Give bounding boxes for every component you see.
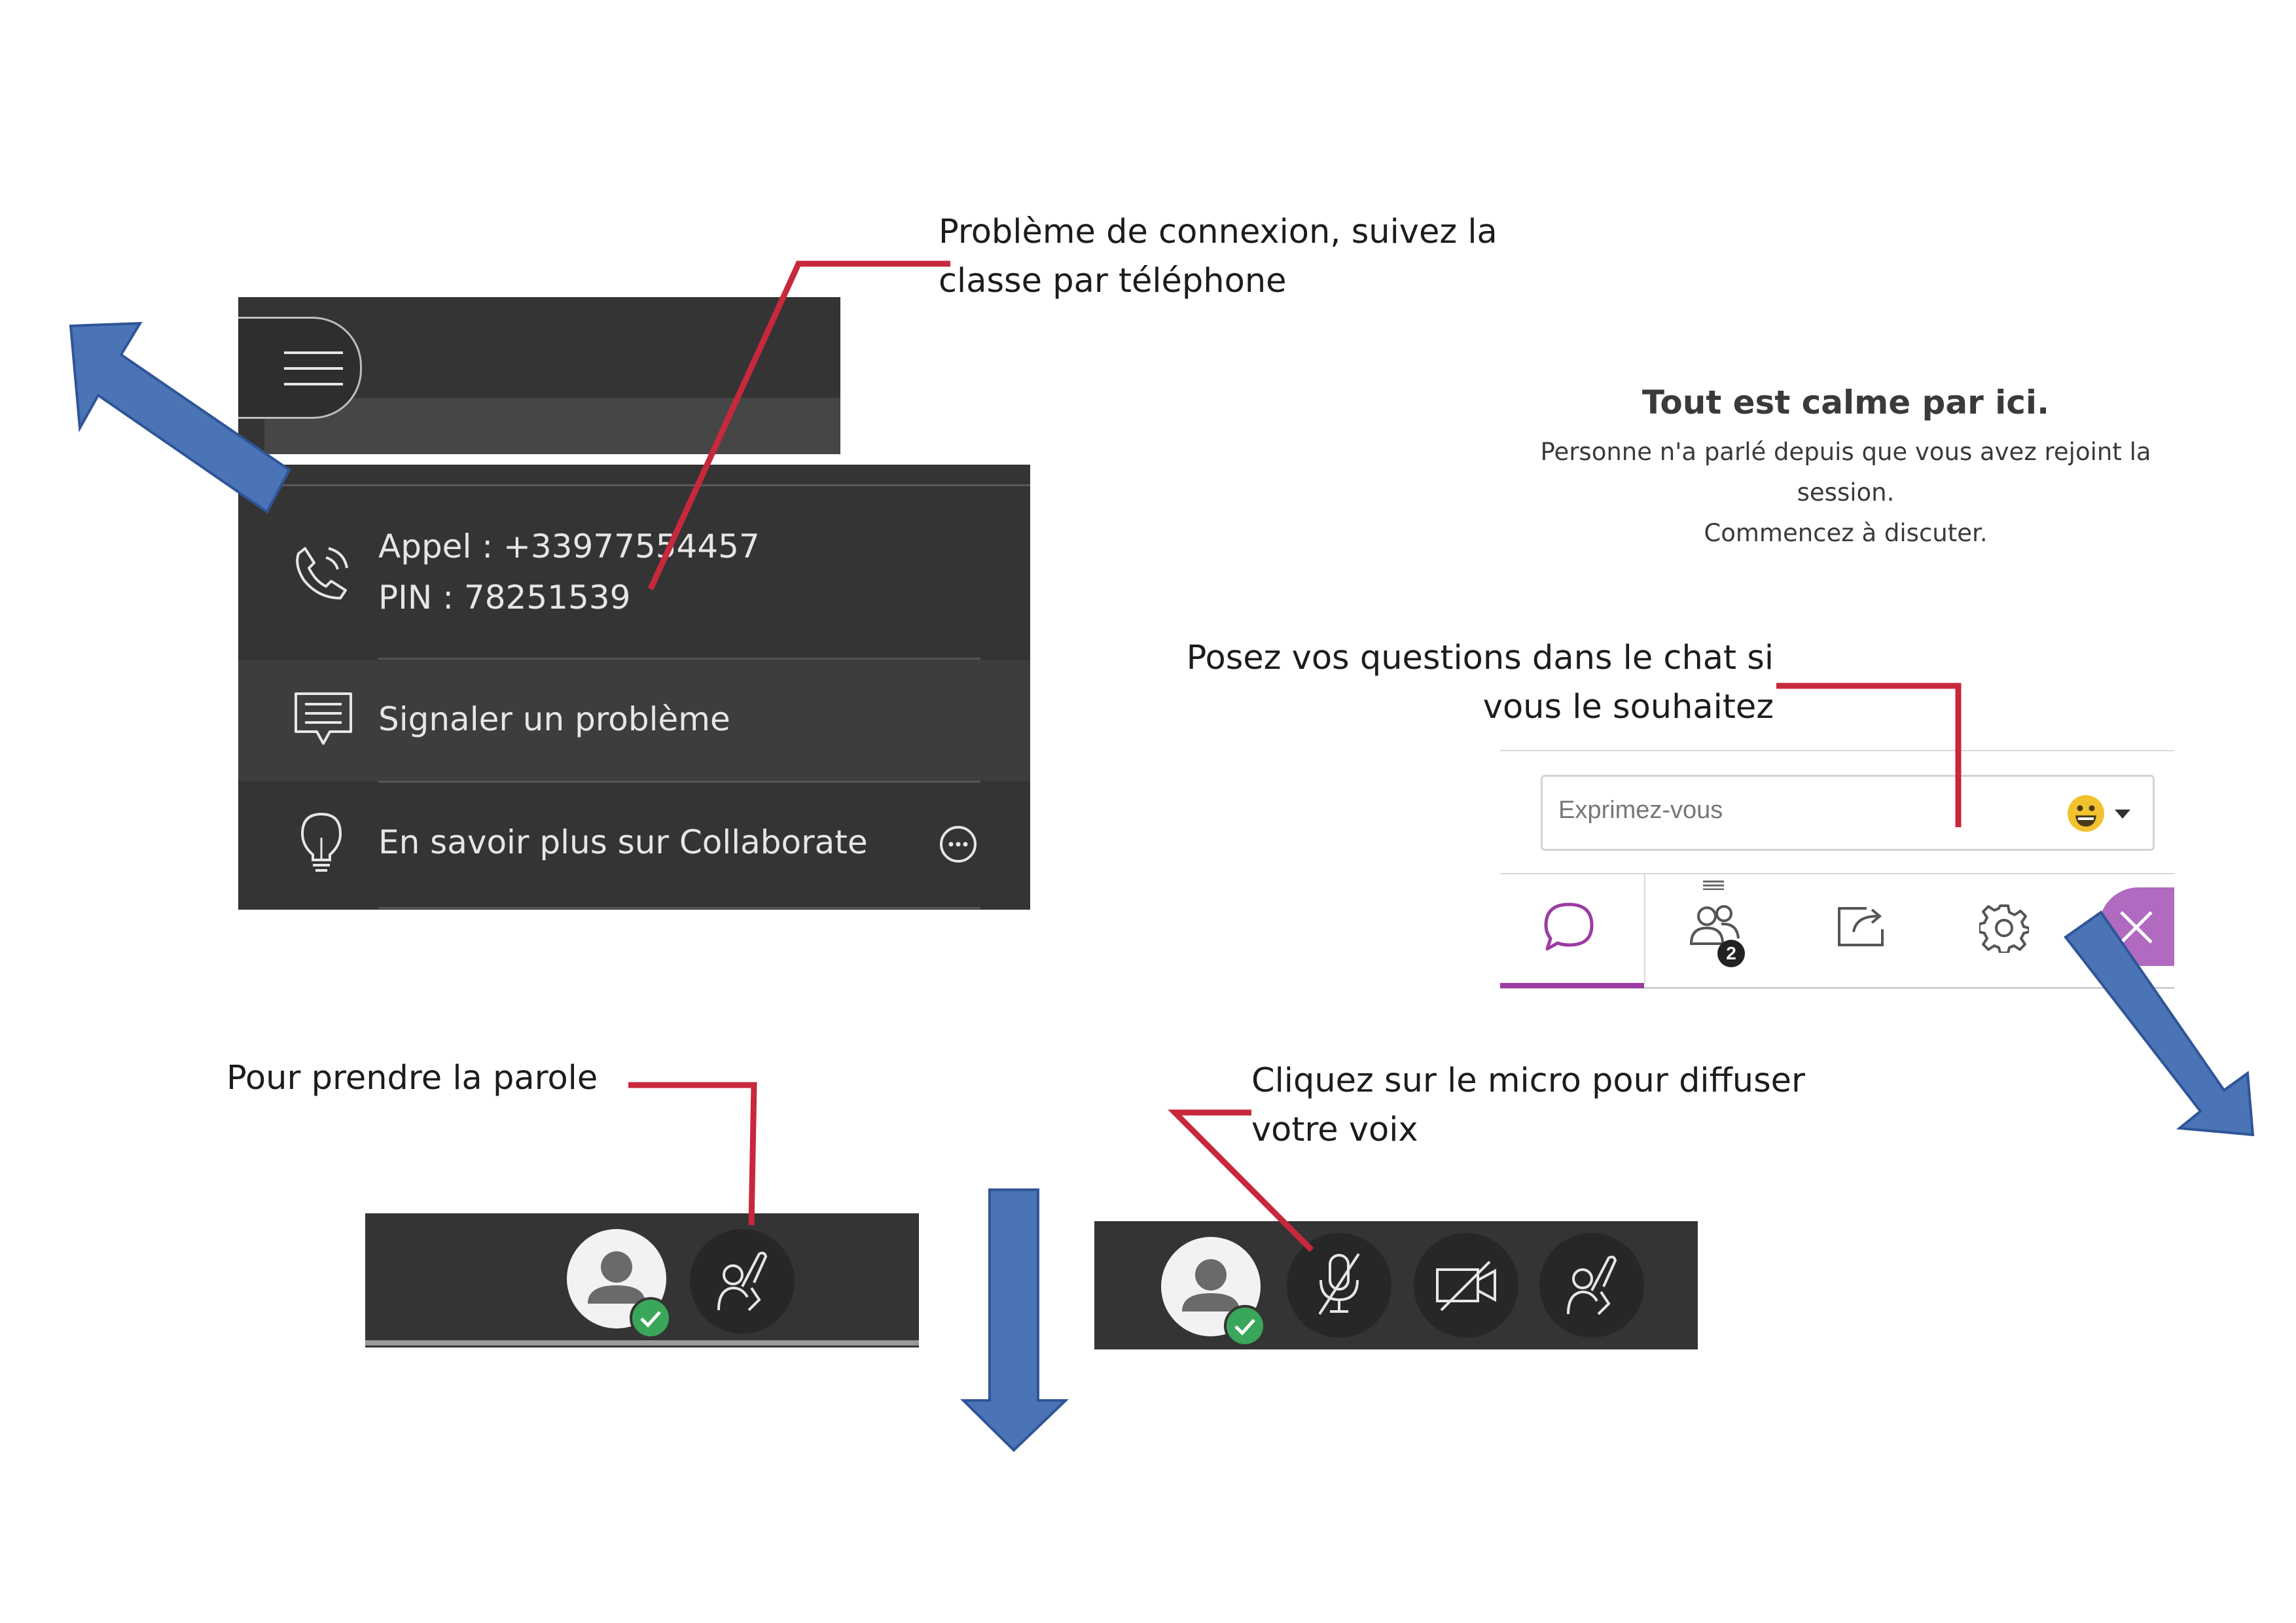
arrow-up-left (69, 321, 291, 514)
arrow-down-right (2064, 910, 2255, 1137)
arrow-down (960, 1188, 1069, 1452)
direction-arrows (69, 321, 2255, 1452)
